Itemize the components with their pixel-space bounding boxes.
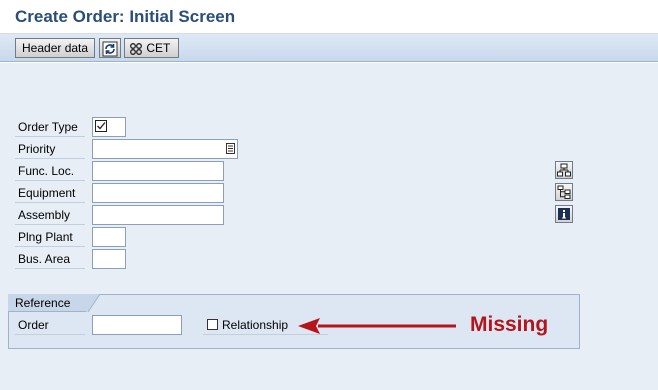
bus-area-input[interactable] — [92, 249, 126, 269]
structure-list-button[interactable] — [555, 183, 573, 201]
func-loc-input[interactable] — [92, 161, 224, 181]
assembly-label: Assembly — [15, 205, 85, 225]
plng-plant-label: Plng Plant — [15, 227, 85, 247]
equipment-label: Equipment — [15, 183, 85, 203]
order-type-label: Order Type — [15, 117, 85, 137]
func-loc-label: Func. Loc. — [15, 161, 85, 181]
order-type-input[interactable] — [92, 117, 126, 137]
order-input[interactable] — [92, 315, 182, 335]
relationship-checkbox[interactable] — [207, 319, 218, 330]
assembly-input[interactable] — [92, 205, 224, 225]
annotation-arrow — [298, 318, 456, 334]
cet-button[interactable]: CET — [124, 38, 179, 58]
info-button[interactable] — [555, 205, 573, 223]
plng-plant-input[interactable] — [92, 227, 126, 247]
checkmark-icon — [95, 120, 107, 132]
relationship-label: Relationship — [222, 318, 289, 332]
order-label: Order — [15, 315, 85, 335]
priority-label: Priority — [15, 139, 85, 159]
info-icon — [558, 208, 570, 220]
cet-label: CET — [146, 41, 171, 55]
cet-icon — [130, 42, 142, 55]
page-title: Create Order: Initial Screen — [15, 7, 236, 26]
reference-group-title: Reference — [15, 296, 71, 310]
header-data-button[interactable]: Header data — [15, 38, 95, 58]
bus-area-label: Bus. Area — [15, 249, 85, 269]
priority-select[interactable] — [92, 139, 238, 159]
refresh-icon — [102, 41, 118, 57]
missing-annotation: Missing — [470, 313, 549, 336]
application-toolbar: Header data CET — [0, 34, 658, 62]
tree-list-icon — [557, 185, 571, 199]
dropdown-list-icon[interactable] — [226, 143, 235, 154]
equipment-input[interactable] — [92, 183, 224, 203]
hierarchy-icon — [557, 163, 571, 177]
refresh-button[interactable] — [99, 38, 121, 58]
reference-tab-corner — [86, 294, 100, 313]
structure-button[interactable] — [555, 161, 573, 179]
